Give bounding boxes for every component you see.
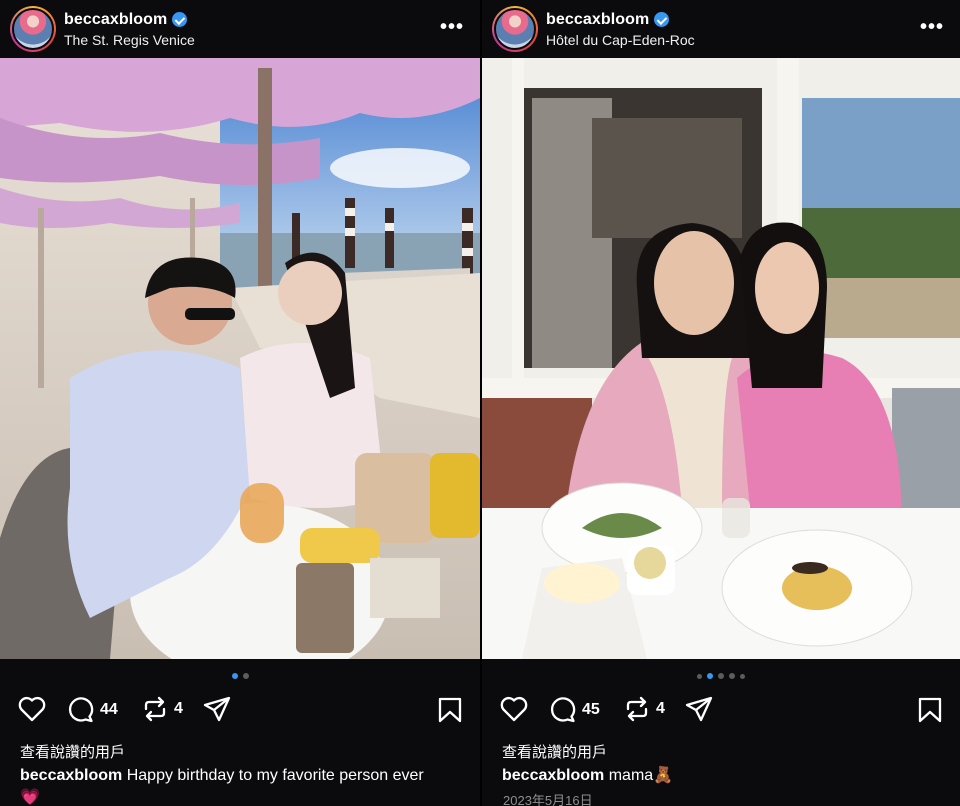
comment-count: 44 <box>100 700 118 718</box>
save-button[interactable] <box>918 697 942 728</box>
carousel-dot-active <box>707 673 713 679</box>
comment-count: 45 <box>582 700 600 718</box>
location-link[interactable]: Hôtel du Cap-Eden-Roc <box>546 32 695 48</box>
send-icon <box>685 696 713 722</box>
more-options-icon[interactable]: ••• <box>440 16 464 39</box>
post-date: 2023年5月16日 <box>503 793 593 806</box>
comment-icon <box>550 697 576 723</box>
repost-icon <box>626 696 648 722</box>
action-bar: 45 4 <box>482 696 960 726</box>
post-card: beccaxbloom Hôtel du Cap-Eden-Roc ••• 45… <box>480 0 960 806</box>
carousel-dot <box>718 673 724 679</box>
repost-count: 4 <box>174 700 183 717</box>
send-icon <box>203 696 231 722</box>
save-button[interactable] <box>438 697 462 728</box>
comment-button[interactable]: 45 <box>549 696 600 723</box>
comment-button[interactable]: 44 <box>67 696 118 723</box>
verified-badge-icon <box>172 12 188 27</box>
bookmark-icon <box>438 697 462 723</box>
location-link[interactable]: The St. Regis Venice <box>64 32 195 48</box>
caption-text: mama🧸 <box>604 767 674 784</box>
avatar[interactable] <box>492 6 538 52</box>
repost-button[interactable]: 4 <box>142 696 183 722</box>
verified-badge-icon <box>654 12 670 27</box>
carousel-dot <box>729 673 735 679</box>
caption-username[interactable]: beccaxbloom <box>502 767 604 784</box>
carousel-dot-active <box>231 673 238 679</box>
share-button[interactable] <box>203 696 231 722</box>
caption-username[interactable]: beccaxbloom <box>20 767 122 784</box>
repost-button[interactable]: 4 <box>624 696 665 722</box>
carousel-dot <box>697 673 702 679</box>
carousel-dot <box>242 673 249 679</box>
action-bar: 44 4 <box>0 696 480 726</box>
avatar[interactable] <box>10 6 56 52</box>
post-photo[interactable] <box>0 58 480 659</box>
view-likes-link[interactable]: 查看說讚的用戶 <box>502 741 607 762</box>
share-button[interactable] <box>685 696 713 722</box>
username[interactable]: beccaxbloom <box>64 11 167 29</box>
carousel-indicator <box>482 673 960 679</box>
like-button[interactable] <box>18 696 46 722</box>
bookmark-icon <box>918 697 942 723</box>
caption: beccaxbloom Happy birthday to my favorit… <box>20 765 440 806</box>
repost-icon <box>144 696 166 722</box>
more-options-icon[interactable]: ••• <box>920 16 944 39</box>
post-card: beccaxbloom The St. Regis Venice ••• 44 … <box>0 0 480 806</box>
post-photo[interactable] <box>482 58 960 659</box>
repost-count: 4 <box>656 700 665 717</box>
carousel-dot <box>740 673 745 679</box>
carousel-indicator <box>0 673 480 679</box>
heart-icon <box>18 696 46 722</box>
view-likes-link[interactable]: 查看說讚的用戶 <box>20 741 125 762</box>
post-header: beccaxbloom The St. Regis Venice ••• <box>0 0 480 58</box>
caption: beccaxbloom mama🧸 <box>502 765 920 787</box>
like-button[interactable] <box>500 696 528 722</box>
comment-icon <box>68 697 94 723</box>
heart-icon <box>500 696 528 722</box>
post-header: beccaxbloom Hôtel du Cap-Eden-Roc ••• <box>482 0 960 58</box>
username[interactable]: beccaxbloom <box>546 11 649 29</box>
